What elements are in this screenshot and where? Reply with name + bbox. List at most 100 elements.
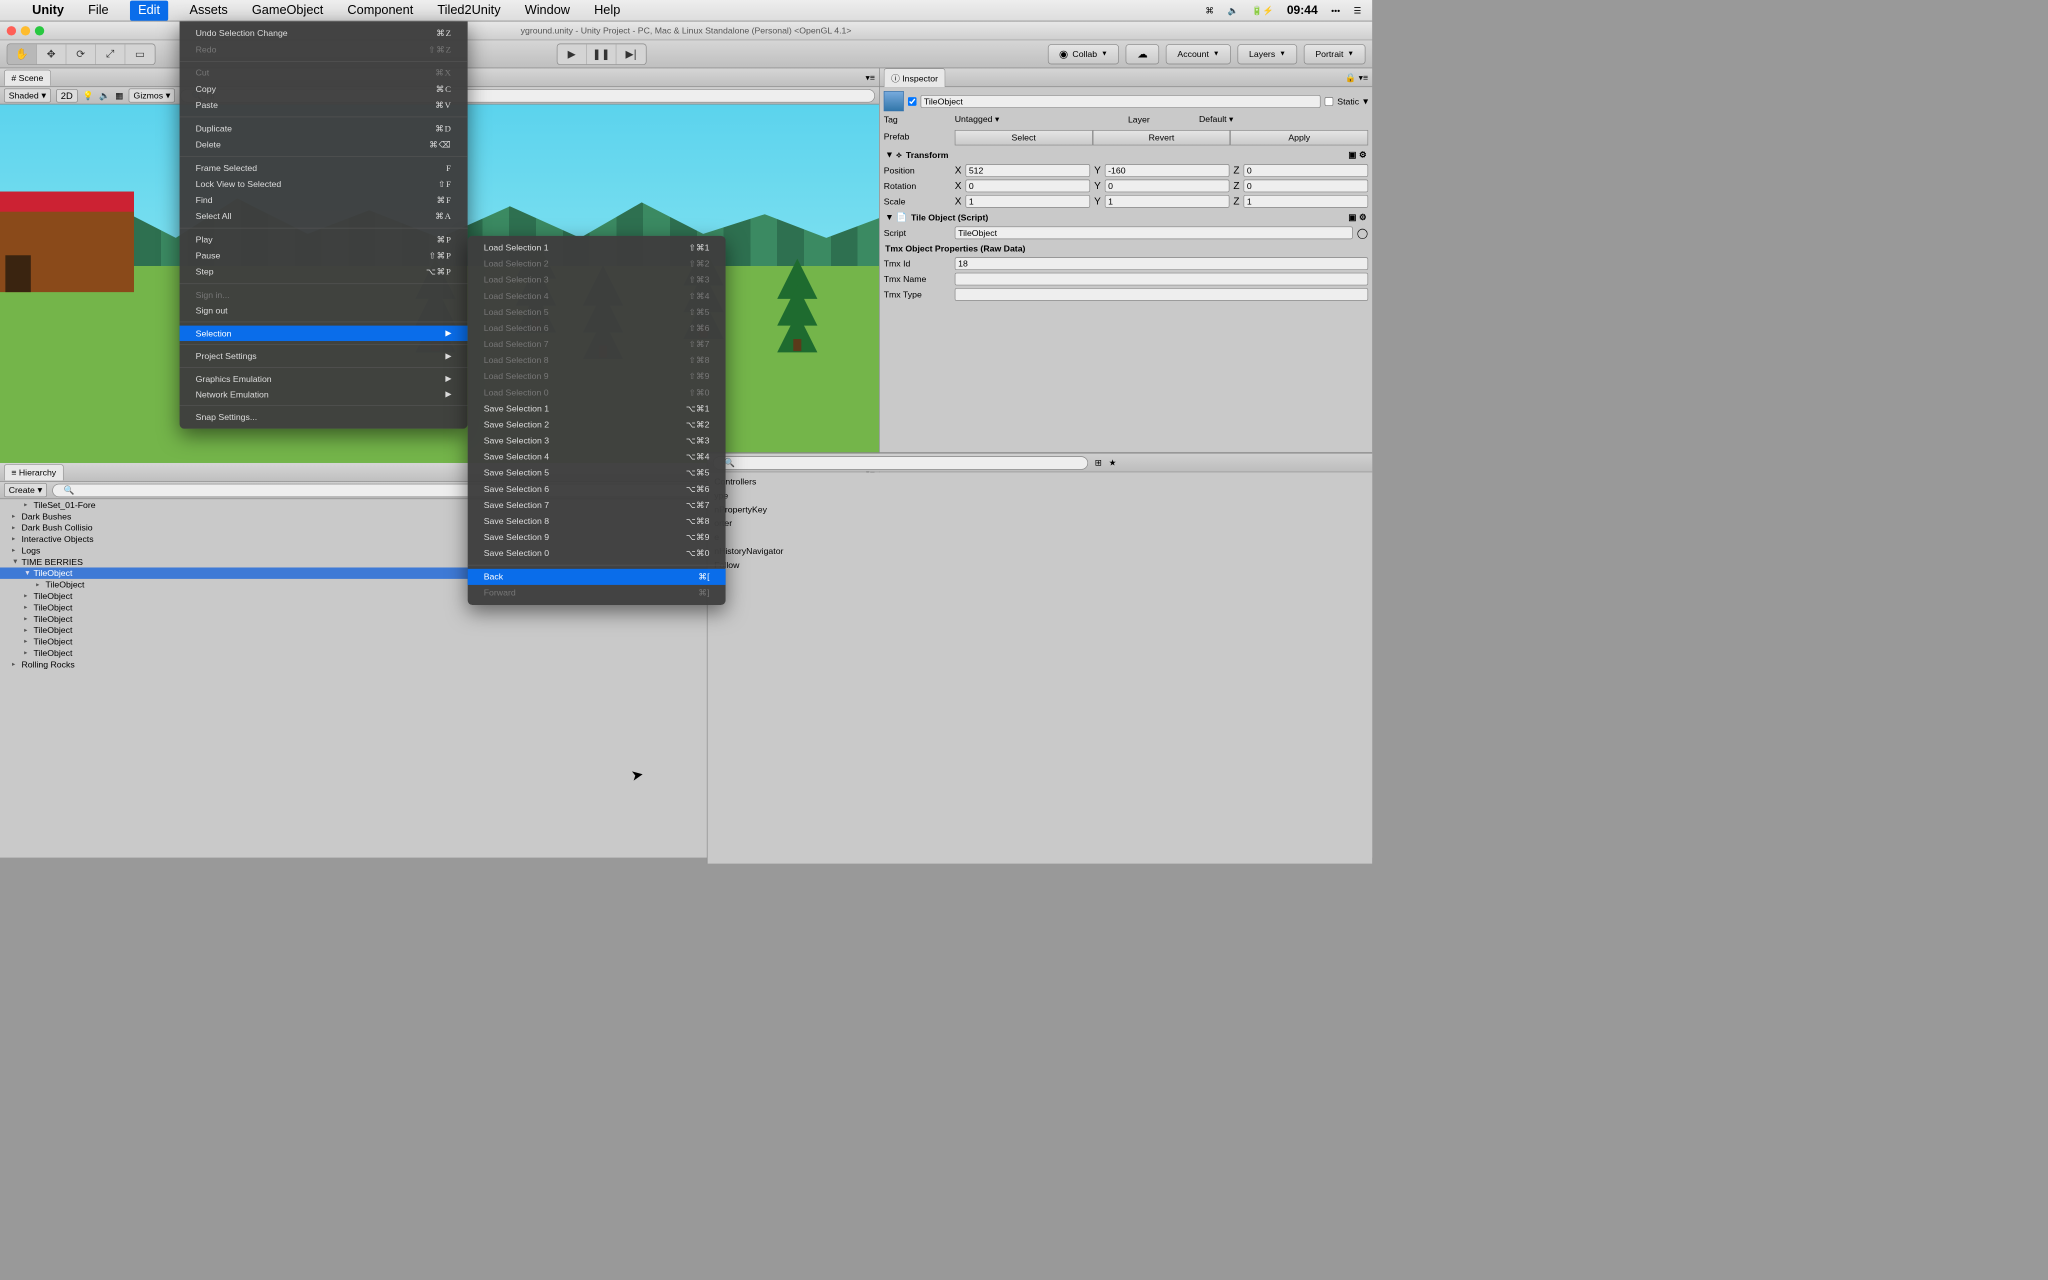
rect-tool[interactable]: ▭ — [125, 44, 154, 64]
menuitem-paste[interactable]: Paste⌘V — [180, 97, 468, 113]
gameobject-enabled-checkbox[interactable] — [908, 97, 917, 106]
menuitem-delete[interactable]: Delete⌘⌫ — [180, 137, 468, 153]
menu-help[interactable]: Help — [591, 0, 623, 20]
menuitem-sign-out[interactable]: Sign out — [180, 303, 468, 318]
layout-dropdown[interactable]: Portrait ▼ — [1304, 44, 1366, 64]
script-header[interactable]: ▼ 📄 Tile Object (Script) ▣ ⚙ — [884, 209, 1368, 225]
list-item[interactable]: nPropertyKey — [714, 503, 1365, 517]
battery-icon[interactable]: 🔋⚡ — [1252, 5, 1274, 16]
list-item[interactable]: Controllers — [714, 475, 1365, 489]
menu-window[interactable]: Window — [522, 0, 573, 20]
clock[interactable]: 09:44 — [1287, 3, 1318, 17]
menuitem-snap-settings-[interactable]: Snap Settings... — [180, 409, 468, 424]
rot-y[interactable] — [1105, 180, 1230, 193]
volume-icon[interactable]: 🔈 — [1227, 5, 1238, 16]
pos-x[interactable] — [965, 164, 1090, 177]
menuitem-find[interactable]: Find⌘F — [180, 192, 468, 208]
app-name[interactable]: Unity — [29, 0, 66, 20]
menuitem-select-all[interactable]: Select All⌘A — [180, 208, 468, 224]
scene-options-icon[interactable]: ▾≡ — [866, 72, 875, 83]
menuitem-save-selection-9[interactable]: Save Selection 9⌥⌘9 — [468, 529, 726, 545]
menuitem-save-selection-6[interactable]: Save Selection 6⌥⌘6 — [468, 481, 726, 497]
script-field[interactable] — [955, 226, 1353, 239]
hand-tool[interactable]: ✋ — [7, 44, 36, 64]
menuitem-save-selection-3[interactable]: Save Selection 3⌥⌘3 — [468, 433, 726, 449]
menuitem-save-selection-1[interactable]: Save Selection 1⌥⌘1 — [468, 401, 726, 417]
tag-dropdown[interactable]: Untagged ▾ — [955, 114, 1124, 125]
project-search[interactable]: 🔍 — [713, 456, 1088, 469]
scl-y[interactable] — [1105, 195, 1230, 208]
menuitem-save-selection-2[interactable]: Save Selection 2⌥⌘2 — [468, 417, 726, 433]
tmx-name-field[interactable] — [955, 273, 1368, 286]
menuitem-project-settings[interactable]: Project Settings▶ — [180, 348, 468, 363]
menu-file[interactable]: File — [85, 0, 111, 20]
prefab-revert-button[interactable]: Revert — [1093, 130, 1231, 145]
screen-rec-icon[interactable]: ⌘ — [1205, 5, 1214, 16]
minimize-window-icon[interactable] — [21, 26, 30, 35]
lighting-toggle[interactable]: 💡 — [83, 90, 94, 101]
tab-hierarchy[interactable]: ≡ Hierarchy — [4, 464, 64, 480]
menuitem-load-selection-1[interactable]: Load Selection 1⇧⌘1 — [468, 240, 726, 256]
create-dropdown[interactable]: Create ▾ — [4, 483, 47, 497]
scale-tool[interactable]: ⤢ — [96, 44, 125, 64]
maximize-window-icon[interactable] — [35, 26, 44, 35]
scl-z[interactable] — [1244, 195, 1369, 208]
inspector-options-icon[interactable]: 🔒 ▾≡ — [1345, 72, 1368, 83]
menuitem-duplicate[interactable]: Duplicate⌘D — [180, 121, 468, 137]
rot-z[interactable] — [1244, 180, 1369, 193]
layers-dropdown[interactable]: Layers ▼ — [1238, 44, 1298, 64]
fx-toggle[interactable]: ▦ — [115, 90, 123, 101]
pos-y[interactable] — [1105, 164, 1230, 177]
audio-toggle[interactable]: 🔈 — [99, 90, 110, 101]
gizmos-dropdown[interactable]: Gizmos ▾ — [129, 88, 175, 102]
menu-tiled2unity[interactable]: Tiled2Unity — [435, 0, 504, 20]
menuitem-undo-selection-change[interactable]: Undo Selection Change⌘Z — [180, 25, 468, 41]
more-icon[interactable]: ••• — [1331, 5, 1340, 15]
menu-edit[interactable]: Edit — [130, 0, 168, 20]
list-item[interactable]: e — [714, 531, 1365, 545]
account-dropdown[interactable]: Account ▼ — [1166, 44, 1231, 64]
gameobject-name-field[interactable] — [921, 95, 1321, 108]
menuitem-step[interactable]: Step⌥⌘P — [180, 264, 468, 280]
pause-button[interactable]: ❚❚ — [587, 44, 616, 64]
notifications-icon[interactable]: ☰ — [1354, 5, 1362, 16]
menuitem-save-selection-4[interactable]: Save Selection 4⌥⌘4 — [468, 449, 726, 465]
menuitem-save-selection-7[interactable]: Save Selection 7⌥⌘7 — [468, 497, 726, 513]
list-item[interactable]: nHistoryNavigator — [714, 545, 1365, 559]
menuitem-save-selection-8[interactable]: Save Selection 8⌥⌘8 — [468, 513, 726, 529]
tab-inspector[interactable]: ⓘ Inspector — [884, 68, 946, 87]
tmx-type-field[interactable] — [955, 288, 1368, 301]
menuitem-copy[interactable]: Copy⌘C — [180, 81, 468, 97]
prefab-apply-button[interactable]: Apply — [1230, 130, 1368, 145]
menuitem-play[interactable]: Play⌘P — [180, 232, 468, 248]
menu-component[interactable]: Component — [345, 0, 416, 20]
tab-scene[interactable]: # Scene — [4, 69, 51, 85]
2d-toggle[interactable]: 2D — [56, 89, 77, 102]
menuitem-frame-selected[interactable]: Frame SelectedF — [180, 160, 468, 176]
menu-assets[interactable]: Assets — [187, 0, 231, 20]
menuitem-save-selection-0[interactable]: Save Selection 0⌥⌘0 — [468, 545, 726, 561]
collab-dropdown[interactable]: ◉ Collab ▼ — [1048, 44, 1120, 64]
rot-x[interactable] — [965, 180, 1090, 193]
rotate-tool[interactable]: ⟳ — [66, 44, 95, 64]
menuitem-pause[interactable]: Pause⇧⌘P — [180, 248, 468, 264]
static-checkbox[interactable] — [1325, 97, 1334, 106]
list-item[interactable]: ype — [714, 489, 1365, 503]
menuitem-selection[interactable]: Selection▶ — [180, 326, 468, 341]
list-item[interactable]: orter — [714, 517, 1365, 531]
star-icon[interactable]: ★ — [1109, 457, 1117, 468]
close-window-icon[interactable] — [7, 26, 16, 35]
menuitem-lock-view-to-selected[interactable]: Lock View to Selected⇧F — [180, 176, 468, 192]
shading-mode-dropdown[interactable]: Shaded ▾ — [4, 88, 51, 102]
menuitem-back[interactable]: Back⌘[ — [468, 569, 726, 585]
list-item[interactable]: Follow — [714, 559, 1365, 573]
pos-z[interactable] — [1244, 164, 1369, 177]
play-button[interactable]: ▶ — [557, 44, 586, 64]
cloud-button[interactable]: ☁ — [1126, 44, 1160, 64]
tmx-id-field[interactable] — [955, 257, 1368, 270]
menu-gameobject[interactable]: GameObject — [249, 0, 326, 20]
menuitem-graphics-emulation[interactable]: Graphics Emulation▶ — [180, 371, 468, 386]
filter-icon[interactable]: ⊞ — [1095, 457, 1102, 468]
prefab-select-button[interactable]: Select — [955, 130, 1093, 145]
transform-header[interactable]: ▼ ⟡ Transform ▣ ⚙ — [884, 147, 1368, 163]
